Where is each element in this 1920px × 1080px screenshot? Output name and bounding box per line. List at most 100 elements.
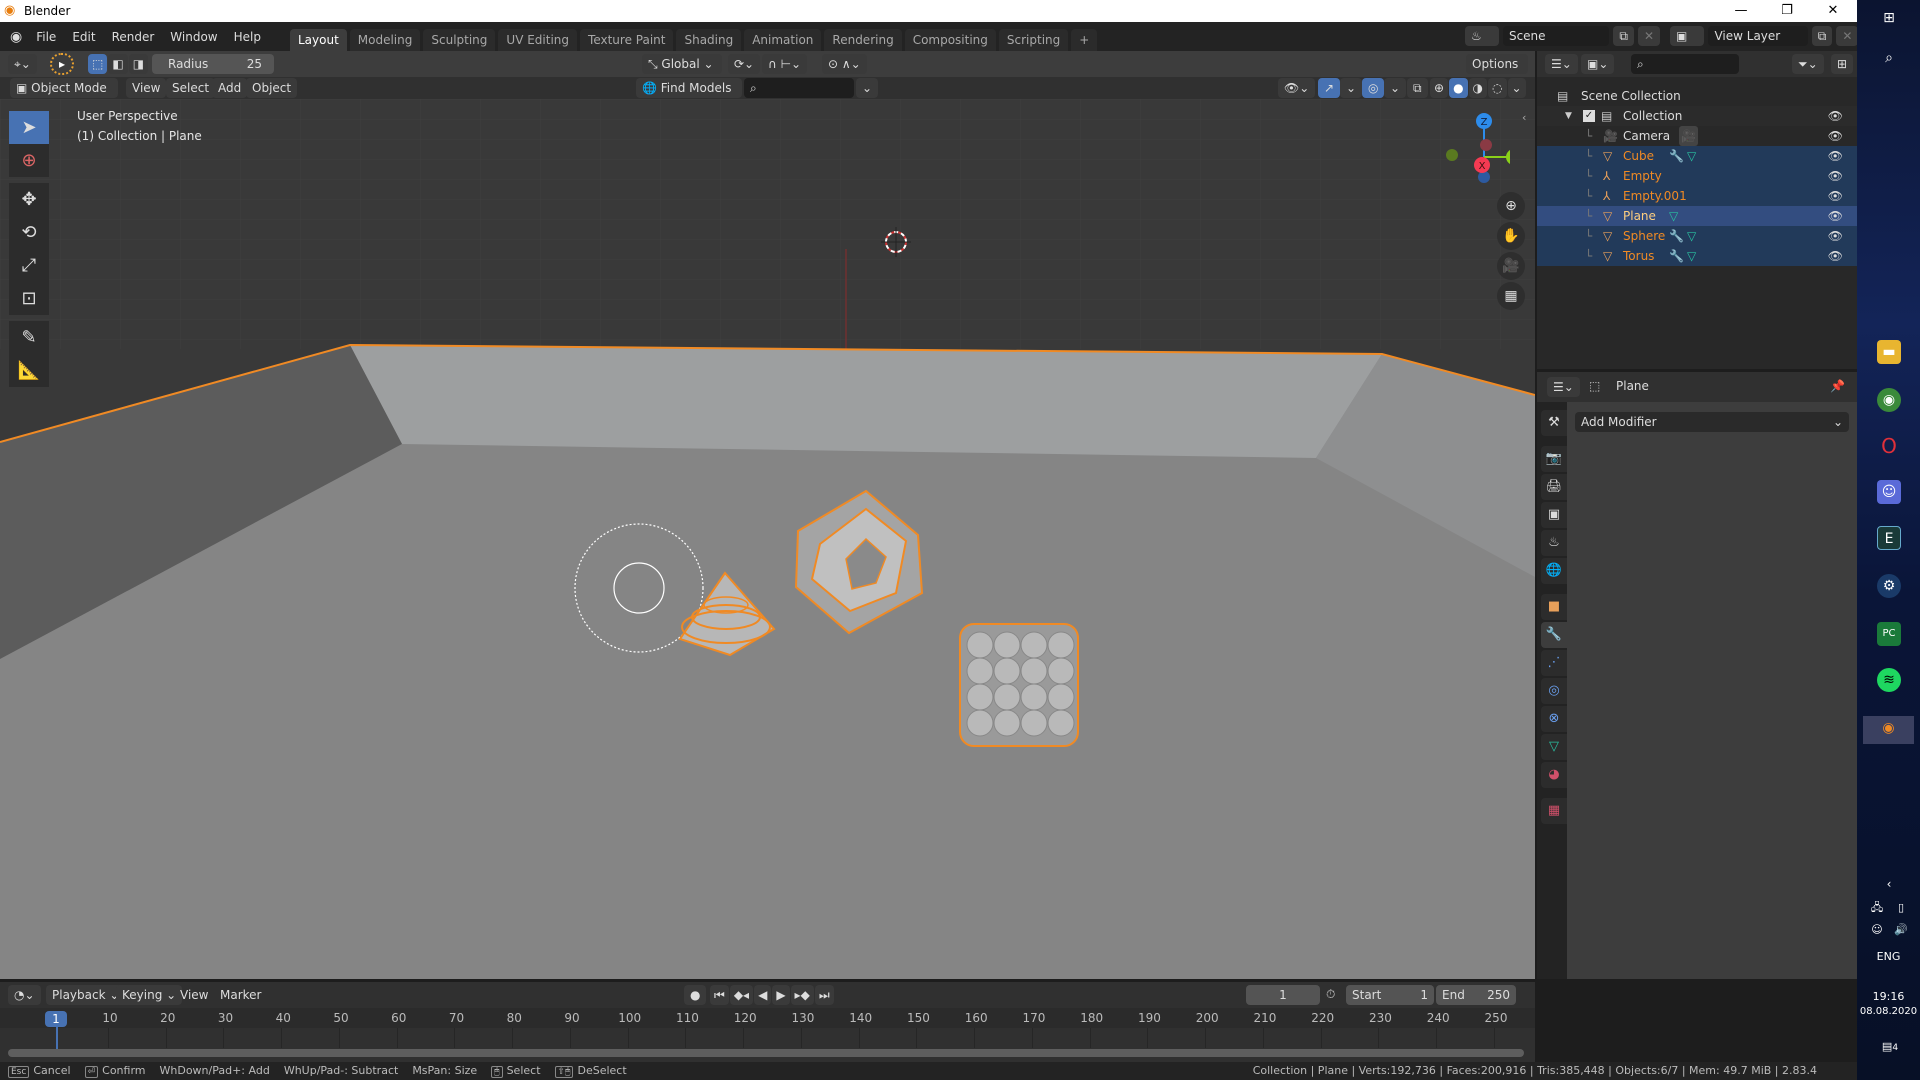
new-collection-icon[interactable]: ⊞	[1831, 54, 1854, 74]
measure-tool[interactable]: 📐	[9, 354, 49, 387]
shading-dropdown[interactable]: ⌄	[1507, 78, 1526, 98]
properties-tab-constraints[interactable]: ⊗	[1541, 706, 1567, 732]
view-layer-field[interactable]: View Layer	[1708, 26, 1808, 46]
volume-icon[interactable]: 🔊	[1889, 918, 1913, 942]
overlays-toggle-icon[interactable]: ◎	[1362, 78, 1385, 98]
menu-edit[interactable]: Edit	[64, 26, 103, 48]
language-indicator[interactable]: ENG	[1857, 950, 1920, 963]
eye-icon[interactable]: 👁	[1828, 206, 1843, 226]
clock-time[interactable]: 19:16	[1857, 990, 1920, 1003]
menu-file[interactable]: File	[28, 26, 64, 48]
file-explorer-icon[interactable]: ▬	[1877, 340, 1901, 364]
xray-toggle-icon[interactable]: ⧉	[1407, 78, 1428, 98]
blender-taskbar-icon[interactable]: ◉	[1863, 716, 1914, 744]
rendered-shading-icon[interactable]: ◌	[1488, 78, 1507, 98]
gizmo-dropdown[interactable]: ⌄	[1340, 78, 1363, 98]
gizmo-neg-x[interactable]	[1480, 139, 1492, 151]
start-frame-field[interactable]: Start 1	[1346, 985, 1434, 1005]
eye-icon[interactable]: 👁	[1828, 186, 1843, 206]
sidebar-toggle-chevron-icon[interactable]: ‹	[1522, 111, 1526, 124]
properties-tab-tool[interactable]: ⚒	[1541, 410, 1567, 436]
navigation-gizmo[interactable]: Z X Y	[1430, 107, 1510, 187]
outliner-scene-collection[interactable]: ▤ Scene Collection	[1537, 86, 1857, 106]
options-dropdown[interactable]: Options ⌄	[1466, 54, 1528, 91]
editor-type-icon[interactable]: ⌖⌄	[8, 54, 37, 74]
play-reverse-button[interactable]: ◀	[754, 985, 772, 1005]
outliner-item-plane[interactable]: └ ▽ Plane ▽ 👁	[1537, 206, 1857, 226]
move-tool[interactable]: ✥	[9, 183, 49, 216]
outliner-item-camera[interactable]: └ 🎥 Camera 🎥 👁	[1537, 126, 1857, 146]
mode-extend-icon[interactable]: ◧	[108, 54, 128, 74]
snap-toggle[interactable]: ∩ ⊢⌄	[762, 54, 808, 74]
pivot-point-dropdown[interactable]: ⟳⌄	[728, 54, 761, 74]
gizmo-toggle-icon[interactable]: ↗	[1318, 78, 1341, 98]
3d-viewport[interactable]: User Perspective (1) Collection | Plane …	[0, 99, 1535, 979]
properties-tab-view-layer[interactable]: ▣	[1541, 502, 1567, 528]
outliner-search-input[interactable]: ⌕	[1631, 54, 1739, 74]
add-workspace-button[interactable]: +	[1071, 29, 1098, 51]
pan-view-hand-icon[interactable]: ✋	[1497, 222, 1525, 250]
end-frame-field[interactable]: End 250	[1436, 985, 1516, 1005]
outliner-item-empty-001[interactable]: └ ⅄ Empty.001 👁	[1537, 186, 1857, 206]
blender-menu-icon[interactable]: ◉	[10, 29, 22, 45]
tray-expand-icon[interactable]: ‹	[1877, 872, 1901, 896]
properties-tab-material[interactable]: ◕	[1541, 762, 1567, 788]
select-circle-tool[interactable]: ➤	[9, 111, 49, 144]
wrench-modifier-icon[interactable]: 🔧	[1669, 226, 1684, 246]
outliner-item-sphere[interactable]: └ ▽ Sphere 🔧 ▽ 👁	[1537, 226, 1857, 246]
discord-tray-icon[interactable]: ☺	[1865, 918, 1889, 942]
radius-field[interactable]: Radius 25	[152, 54, 274, 74]
new-view-layer-button[interactable]: ⧉	[1811, 26, 1833, 46]
overlays-dropdown[interactable]: ⌄	[1384, 78, 1407, 98]
sphere-object[interactable]	[959, 623, 1079, 747]
properties-tab-object[interactable]: ■	[1541, 594, 1567, 620]
wireframe-shading-icon[interactable]: ⊕	[1430, 78, 1449, 98]
properties-editor-type-icon[interactable]: ☰⌄	[1547, 377, 1580, 397]
properties-tab-particles[interactable]: ⋰	[1541, 650, 1567, 676]
view-layer-selector-icon[interactable]: ▣ ⌄	[1670, 26, 1705, 63]
maximize-button[interactable]: ❐	[1764, 0, 1810, 22]
next-keyframe-button[interactable]: ▸◆	[790, 985, 814, 1005]
notification-center-icon[interactable]: ▤4	[1877, 1040, 1903, 1053]
properties-tab-scene[interactable]: ♨	[1541, 530, 1567, 556]
timeline-menu-view[interactable]: View	[180, 988, 208, 1002]
tab-rendering[interactable]: Rendering	[824, 29, 902, 51]
eye-icon[interactable]: 👁	[1828, 146, 1843, 166]
pin-icon[interactable]: 📌	[1830, 379, 1845, 393]
properties-tab-physics[interactable]: ◎	[1541, 678, 1567, 704]
rotate-tool[interactable]: ⟲	[9, 216, 49, 249]
opera-icon[interactable]: O	[1877, 434, 1901, 458]
windows-start-icon[interactable]: ⊞	[1877, 6, 1901, 30]
mesh-data-icon[interactable]: ▽	[1687, 146, 1696, 166]
zoom-view-icon[interactable]: ⊕	[1497, 192, 1525, 220]
proportional-edit-toggle[interactable]: ⊙ ∧⌄	[822, 54, 867, 74]
eye-icon[interactable]: 👁	[1828, 166, 1843, 186]
find-models-dropdown[interactable]: 🌐 Find Models ⌄	[636, 78, 742, 115]
gizmo-y-handle[interactable]	[1506, 149, 1510, 165]
mode-subtract-icon[interactable]: ◨	[128, 54, 149, 74]
tab-modeling[interactable]: Modeling	[349, 29, 421, 51]
playback-dropdown[interactable]: Playback ⌄	[46, 985, 126, 1005]
tab-layout[interactable]: Layout	[289, 29, 347, 51]
delete-view-layer-button[interactable]: ✕	[1836, 26, 1859, 46]
menu-add[interactable]: Add	[212, 78, 248, 98]
spotify-icon[interactable]: ≋	[1877, 668, 1901, 692]
steam-icon[interactable]: ⚙	[1877, 574, 1901, 598]
add-modifier-dropdown[interactable]: Add Modifier ⌄	[1575, 412, 1849, 432]
camera-view-icon[interactable]: 🎥	[1497, 252, 1525, 280]
chrome-icon[interactable]: ◉	[1877, 388, 1901, 412]
properties-tab-render[interactable]: 📷	[1541, 446, 1567, 472]
wrench-modifier-icon[interactable]: 🔧	[1669, 246, 1684, 266]
visibility-selectability-icon[interactable]: 👁⌄	[1278, 78, 1316, 98]
expand-arrow-icon[interactable]: ▼	[1565, 106, 1572, 126]
gizmo-neg-y[interactable]	[1446, 149, 1458, 161]
menu-view[interactable]: View	[126, 78, 167, 98]
tab-uv-editing[interactable]: UV Editing	[498, 29, 578, 51]
properties-tab-texture[interactable]: ▦	[1541, 798, 1567, 824]
tab-compositing[interactable]: Compositing	[904, 29, 996, 51]
cursor-tool[interactable]: ⊕	[9, 144, 49, 177]
object-mode-dropdown[interactable]: ▣ Object Mode ⌄	[10, 78, 118, 115]
timeline-scrollbar[interactable]	[8, 1049, 1524, 1057]
tab-scripting[interactable]: Scripting	[998, 29, 1069, 51]
properties-tab-data[interactable]: ▽	[1541, 734, 1567, 760]
